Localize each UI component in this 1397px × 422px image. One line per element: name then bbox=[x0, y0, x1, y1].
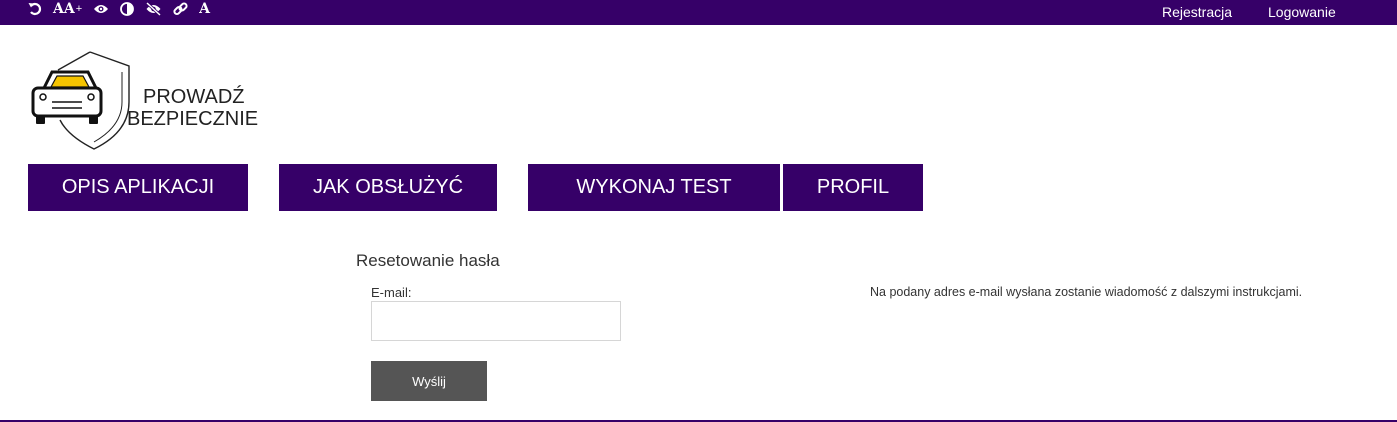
logo-line-2: BEZPIECZNIE bbox=[127, 108, 259, 130]
link-icon[interactable] bbox=[173, 1, 188, 17]
accessibility-toolbar: AA + A bbox=[28, 0, 221, 18]
reset-icon[interactable] bbox=[28, 1, 42, 17]
eye-slash-icon[interactable] bbox=[145, 1, 162, 17]
nav-opis-aplikacji[interactable]: OPIS APLIKACJI bbox=[28, 164, 248, 211]
page-title: Resetowanie hasła bbox=[356, 251, 500, 270]
font-icon[interactable]: A bbox=[199, 1, 210, 17]
reset-info-text: Na podany adres e-mail wysłana zostanie … bbox=[870, 285, 1303, 299]
nav-wykonaj-test[interactable]: WYKONAJ TEST bbox=[528, 164, 780, 211]
email-label: E-mail: bbox=[371, 285, 412, 300]
contrast-icon[interactable] bbox=[120, 1, 135, 17]
top-bar: AA + A Rejestracja Logowanie bbox=[0, 0, 1397, 25]
site-logo[interactable]: PROWADŹ BEZPIECZNIE bbox=[28, 50, 273, 152]
logo-text: PROWADŹ BEZPIECZNIE bbox=[127, 86, 258, 130]
submit-button[interactable]: Wyślij bbox=[371, 361, 487, 401]
nav-jak-obsluzyc[interactable]: JAK OBSŁUŻYĆ bbox=[279, 164, 497, 211]
nav-profil[interactable]: PROFIL bbox=[783, 164, 923, 211]
logo-line-1: PROWADŹ bbox=[143, 86, 245, 108]
email-field[interactable] bbox=[371, 301, 621, 341]
car-shield-icon bbox=[31, 51, 130, 150]
font-size-icon[interactable]: AA + bbox=[53, 1, 82, 17]
register-link[interactable]: Rejestracja bbox=[1162, 4, 1232, 20]
eye-icon[interactable] bbox=[93, 1, 109, 17]
login-link[interactable]: Logowanie bbox=[1268, 4, 1336, 20]
